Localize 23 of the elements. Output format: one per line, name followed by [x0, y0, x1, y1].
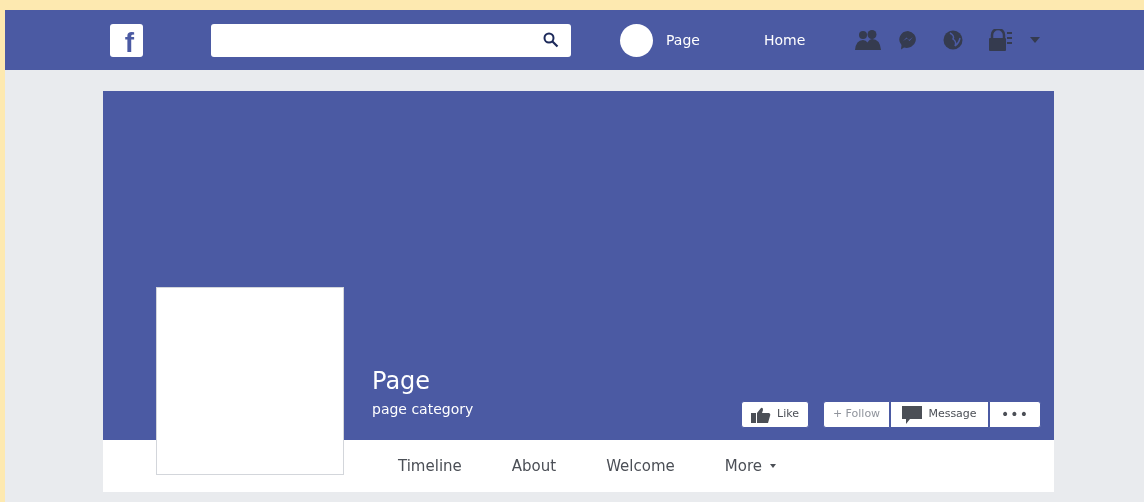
globe-icon[interactable] — [943, 30, 964, 50]
page-category: page category — [372, 400, 474, 419]
nav-tab[interactable]: About — [511, 454, 557, 478]
caret-icon — [769, 464, 776, 468]
page-name: Page — [372, 366, 432, 396]
logo[interactable]: f — [110, 23, 143, 57]
message-button[interactable]: Message — [890, 401, 989, 428]
search-icon[interactable] — [543, 32, 559, 48]
search-field[interactable] — [211, 23, 571, 57]
friends-icon[interactable] — [855, 30, 882, 50]
nav-tab[interactable]: More — [724, 454, 776, 478]
speech-bubble-icon — [902, 405, 923, 424]
nav-tab[interactable]: Timeline — [398, 454, 462, 478]
caret-icon[interactable] — [1030, 37, 1041, 43]
lock-icon[interactable] — [988, 29, 1013, 51]
home-link[interactable]: Home — [763, 29, 806, 51]
thumbs-up-icon — [751, 406, 772, 423]
messenger-icon[interactable] — [898, 30, 919, 50]
more-button[interactable]: ••• — [989, 401, 1041, 428]
like-button[interactable]: Like — [741, 401, 809, 428]
avatar[interactable] — [620, 23, 653, 57]
profile-link[interactable]: Page — [666, 29, 700, 51]
nav-tab[interactable]: Welcome — [606, 454, 675, 478]
